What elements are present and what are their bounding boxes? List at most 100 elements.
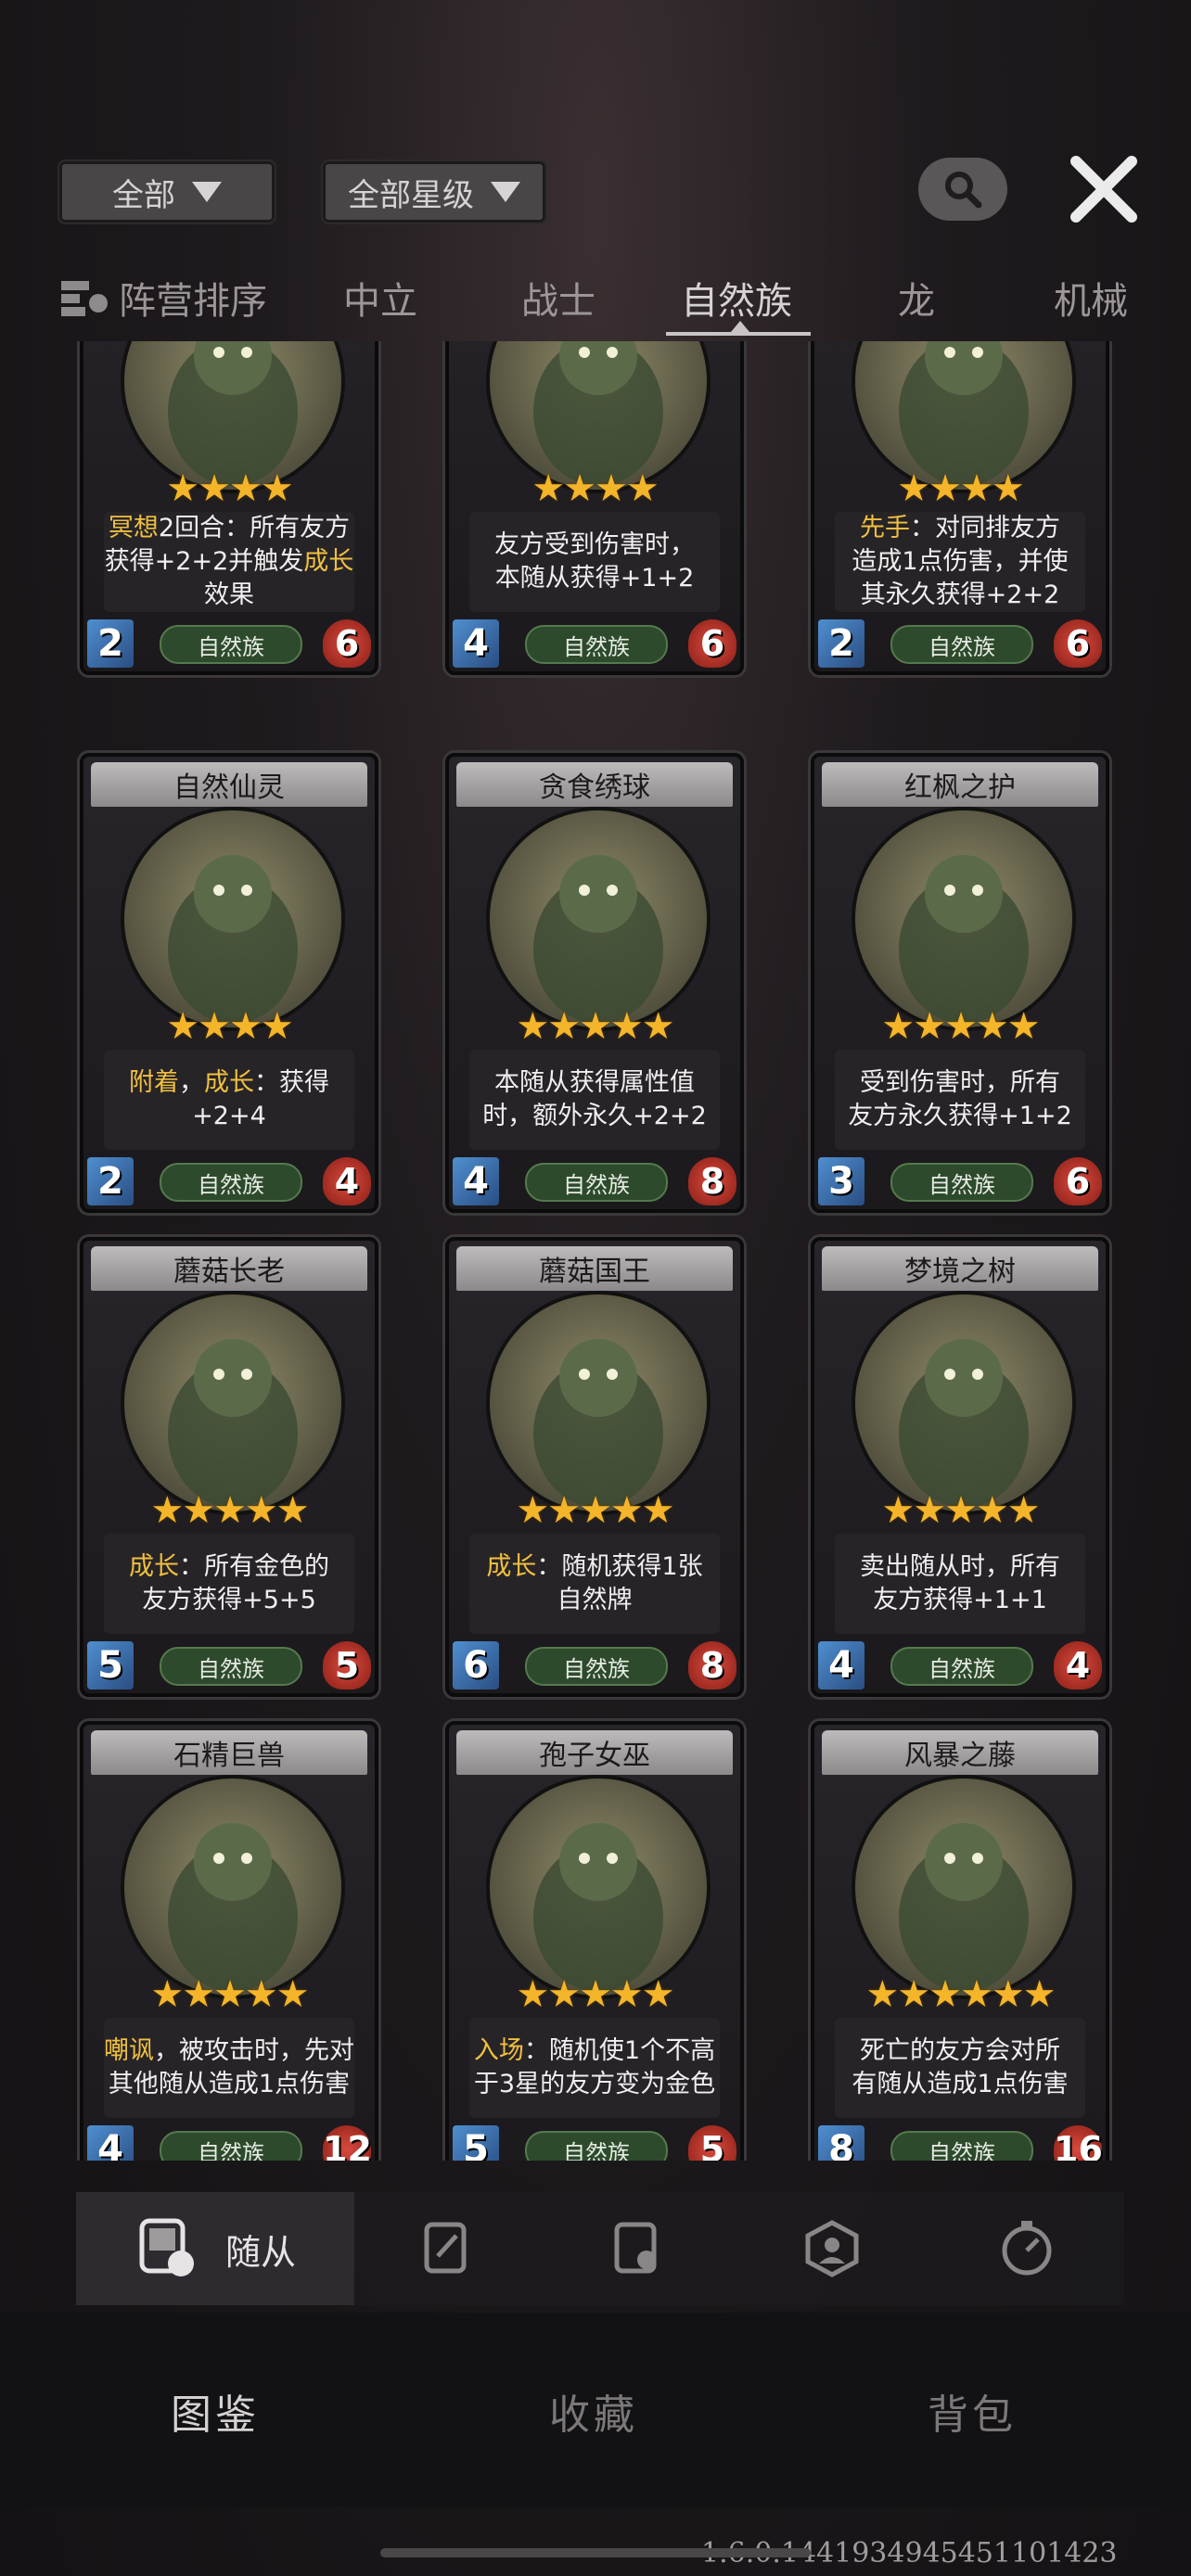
card-description: 成长：随机获得1张 自然牌 [469,1534,720,1634]
active-tab-indicator [666,321,811,336]
tab-nature[interactable]: 自然族 [681,271,792,325]
star-filter-label: 全部星级 [348,176,474,214]
toolbar-minions[interactable]: 随从 [76,2192,354,2305]
description-line: 获得+2+2并触发成长 [104,547,354,576]
health-value: 5 [323,1641,371,1690]
card-portrait [486,1775,711,1999]
attack-value: 2 [87,619,134,668]
star-rating: ★★★★★ [516,1973,674,2016]
card-portrait [486,1291,711,1515]
health-value: 4 [323,1157,371,1205]
category-tabs: 阵营排序 中立 战士 自然族 龙 机械 [0,271,1191,336]
card-portrait [121,1775,345,1999]
card-name: 蘑菇长老 [91,1246,367,1291]
tribe-badge: 自然族 [160,625,302,664]
card-description: 附着，成长：获得 +2+4 [104,1050,354,1150]
close-icon [1070,156,1137,223]
card-name: 梦境之树 [822,1246,1098,1291]
toolbar-heroes[interactable] [735,2192,929,2305]
tab-camp-sort[interactable]: 阵营排序 [59,271,267,325]
toolbar-label: 随从 [224,2231,296,2273]
card-description: 本随从获得属性值 时，额外永久+2+2 [469,1050,720,1150]
health-value: 4 [1054,1641,1102,1690]
minion-card[interactable]: ★★★★ 友方受到伤害时， 本随从获得+1+2 自然族 4 6 [445,341,744,675]
faction-filter-dropdown[interactable]: 全部 [58,159,276,224]
tribe-badge: 自然族 [525,1647,668,1686]
card-portrait [486,807,711,1031]
attack-value: 2 [87,1157,134,1205]
description-line: 造成1点伤害，并使 [852,547,1069,576]
description-line: 其他随从造成1点伤害 [108,2070,351,2098]
tribe-badge: 自然族 [890,1163,1033,1202]
star-rating: ★★★★★ [516,1489,674,1532]
minion-card[interactable]: ★★★★ 先手：对同排友方 造成1点伤害，并使 其永久获得+2+2 自然族 2 6 [811,341,1109,675]
card-description: 嘲讽，被攻击时，先对 其他随从造成1点伤害 [104,2018,354,2118]
star-rating: ★★★★★★ [865,1973,1056,2016]
card-description: 卖出随从时，所有 友方获得+1+1 [835,1534,1085,1634]
health-value: 5 [688,2125,736,2161]
tab-warrior[interactable]: 战士 [521,271,596,325]
nav-codex[interactable]: 图鉴 [171,2381,260,2441]
nav-collection[interactable]: 收藏 [549,2381,638,2441]
minion-card[interactable]: 风暴之藤 ★★★★★★ 死亡的友方会对所 有随从造成1点伤害 自然族 8 16 [811,1721,1109,2161]
tab-label: 阵营排序 [119,280,267,323]
tab-label: 中立 [343,280,417,323]
dropdown-arrow-icon [491,182,520,202]
tribe-badge: 自然族 [160,1163,302,1202]
health-value: 8 [688,1641,736,1690]
card-description: 受到伤害时，所有 友方永久获得+1+2 [835,1050,1085,1150]
tab-neutral[interactable]: 中立 [343,271,417,325]
description-line: 死亡的友方会对所 [860,2036,1060,2065]
tab-label: 自然族 [681,280,792,323]
minion-card[interactable]: 贪食绣球 ★★★★★ 本随从获得属性值 时，额外永久+2+2 自然族 4 8 [445,753,744,1213]
attack-value: 4 [453,1157,499,1205]
star-rating: ★★★★★ [881,1489,1040,1532]
description-line: 有随从造成1点伤害 [852,2070,1069,2098]
toolbar-spells[interactable] [354,2192,540,2305]
tribe-badge: 自然族 [160,1647,302,1686]
tab-mechanical[interactable]: 机械 [1054,271,1128,325]
star-rating: ★★★★★ [516,1005,674,1048]
minion-card[interactable]: 红枫之护 ★★★★★ 受到伤害时，所有 友方永久获得+1+2 自然族 3 6 [811,753,1109,1213]
toolbar-compass[interactable] [929,2192,1124,2305]
minion-card[interactable]: 自然仙灵 ★★★★ 附着，成长：获得 +2+4 自然族 2 4 [80,753,378,1213]
minion-card[interactable]: 蘑菇国王 ★★★★★ 成长：随机获得1张 自然牌自然族 6 8 [445,1237,744,1697]
home-indicator[interactable] [380,2548,811,2557]
item-card-icon [614,2222,657,2274]
attack-value: 6 [453,1641,499,1690]
card-portrait [852,1291,1076,1515]
search-button[interactable] [918,158,1007,221]
card-description: 成长：所有金色的 友方获得+5+5 [104,1534,354,1634]
minion-card[interactable]: 石精巨兽 ★★★★★ 嘲讽，被攻击时，先对 其他随从造成1点伤害 自然族 4 12 [80,1721,378,2161]
star-filter-dropdown[interactable]: 全部星级 [321,159,547,224]
minion-card[interactable]: 孢子女巫 ★★★★★ 入场：随机使1个不高 于3星的友方变为金色 自然族 5 5 [445,1721,744,2161]
minion-card[interactable]: ★★★★ 冥想2回合：所有友方 获得+2+2并触发成长 效果 自然族 2 6 [80,341,378,675]
description-line: 友方受到伤害时， [494,530,695,559]
faction-filter-label: 全部 [112,176,175,214]
minion-card[interactable]: 梦境之树 ★★★★★ 卖出随从时，所有 友方获得+1+1 自然族 4 4 [811,1237,1109,1697]
card-name: 蘑菇国王 [456,1246,733,1291]
attack-value: 4 [87,2125,134,2161]
attack-value: 3 [818,1157,864,1205]
health-value: 6 [688,619,736,668]
toolbar-items[interactable] [540,2192,735,2305]
health-value: 6 [323,619,371,668]
close-button[interactable] [1067,152,1141,226]
description-line: +2+4 [192,1102,266,1130]
tab-label: 龙 [898,280,935,323]
nav-label: 收藏 [549,2391,638,2439]
card-description: 友方受到伤害时， 本随从获得+1+2 [469,512,720,612]
card-portrait [121,1291,345,1515]
health-value: 8 [688,1157,736,1205]
card-description: 死亡的友方会对所 有随从造成1点伤害 [835,2018,1085,2118]
nav-backpack[interactable]: 背包 [928,2381,1017,2441]
attack-value: 5 [453,2125,499,2161]
tab-dragon[interactable]: 龙 [898,271,935,325]
description-line: 于3星的友方变为金色 [473,2070,716,2098]
card-portrait [852,807,1076,1031]
minion-card-icon [139,2218,194,2276]
minion-card[interactable]: 蘑菇长老 ★★★★★ 成长：所有金色的 友方获得+5+5 自然族 5 5 [80,1237,378,1697]
description-line: 本随从获得属性值 [494,1068,695,1097]
star-rating: ★★★★★ [881,1005,1040,1048]
description-line: 卖出随从时，所有 [860,1552,1060,1581]
